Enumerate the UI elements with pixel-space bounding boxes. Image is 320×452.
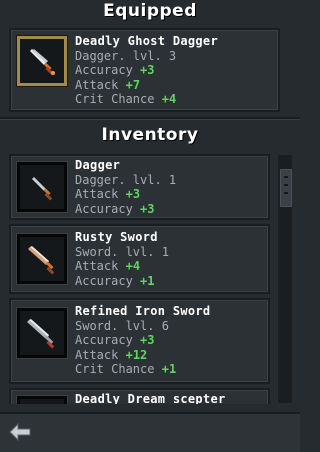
inventory-item-name: Rusty Sword	[75, 230, 158, 244]
sword-icon	[27, 319, 55, 349]
inventory-item-type: Dagger. lvl. 1	[75, 172, 177, 187]
inventory-item-type: Sword. lvl. 1	[75, 244, 169, 259]
equipped-stat-row: Accuracy +3	[75, 63, 218, 78]
inventory-title: Inventory	[101, 125, 199, 145]
dagger-icon	[32, 177, 53, 201]
equipped-stat-row: Attack +7	[75, 78, 218, 93]
inventory-list[interactable]: Dagger Dagger. lvl. 1 Attack +3 Accuracy…	[0, 152, 280, 404]
inventory-item-type: Sword. lvl. 6	[75, 318, 169, 333]
equipped-item-slot	[17, 36, 67, 86]
scepter-icon	[24, 403, 60, 404]
dagger-icon	[30, 49, 55, 76]
equipped-item-card[interactable]: Deadly Ghost Dagger Dagger. lvl. 3 Accur…	[9, 28, 280, 112]
equipped-stat-row: Crit Chance +4	[75, 92, 218, 107]
stat-value: +12	[125, 347, 148, 362]
stat-label: Crit Chance	[75, 92, 155, 106]
stat-label: Accuracy	[75, 63, 133, 77]
stat-value: +7	[125, 77, 141, 92]
stat-label: Accuracy	[75, 201, 133, 216]
inventory-item-card[interactable]: Refined Iron Sword Sword. lvl. 6 Accurac…	[9, 298, 270, 384]
stat-label: Accuracy	[75, 273, 133, 288]
stat-label: Attack	[75, 347, 119, 362]
stat-value: +1	[161, 362, 177, 376]
inventory-item-slot	[17, 396, 67, 404]
inventory-stat-row: Attack +12	[75, 348, 210, 363]
inventory-stat-row: Accuracy +3	[75, 202, 176, 217]
stat-label: Attack	[75, 259, 119, 273]
stat-value: +4	[125, 259, 141, 273]
stat-label: Attack	[75, 77, 119, 92]
stat-value: +3	[140, 201, 155, 216]
inventory-stat-row: Crit Chance +1	[75, 362, 210, 377]
stat-label: Accuracy	[75, 333, 133, 347]
inventory-item-slot	[17, 308, 67, 358]
inventory-item-name: Refined Iron Sword	[75, 304, 211, 318]
inventory-stat-row: Attack +4	[75, 259, 169, 274]
stat-value: +1	[140, 273, 155, 288]
inventory-stat-row: Accuracy +1	[75, 274, 169, 289]
equipped-title: Equipped	[103, 1, 197, 21]
inventory-item-slot	[17, 162, 67, 212]
inventory-item-card[interactable]: Deadly Dream scepter	[9, 388, 270, 404]
stat-value: +3	[140, 333, 155, 347]
inventory-item-name: Dagger	[75, 158, 121, 172]
inventory-stat-row: Accuracy +3	[75, 333, 210, 348]
stat-label: Crit Chance	[75, 362, 155, 376]
inventory-item-name: Deadly Dream scepter	[75, 392, 226, 404]
inventory-item-card[interactable]: Dagger Dagger. lvl. 1 Attack +3 Accuracy…	[9, 154, 270, 220]
inventory-scrollbar[interactable]	[278, 155, 292, 403]
inventory-item-card[interactable]: Rusty Sword Sword. lvl. 1 Attack +4 Accu…	[9, 224, 270, 294]
bottom-bar	[0, 412, 300, 452]
equipped-item-name: Deadly Ghost Dagger	[75, 34, 218, 48]
stat-value: +3	[125, 187, 141, 201]
sword-icon	[28, 246, 55, 275]
stat-value: +3	[140, 63, 155, 77]
section-divider	[0, 117, 300, 120]
inventory-item-slot	[17, 234, 67, 284]
back-arrow-icon	[9, 422, 31, 442]
back-button[interactable]	[8, 422, 34, 442]
equipped-item-type: Dagger. lvl. 3	[75, 48, 177, 63]
scrollbar-thumb[interactable]	[280, 169, 292, 207]
inventory-stat-row: Attack +3	[75, 187, 176, 202]
stat-label: Attack	[75, 187, 119, 201]
stat-value: +4	[161, 92, 177, 106]
